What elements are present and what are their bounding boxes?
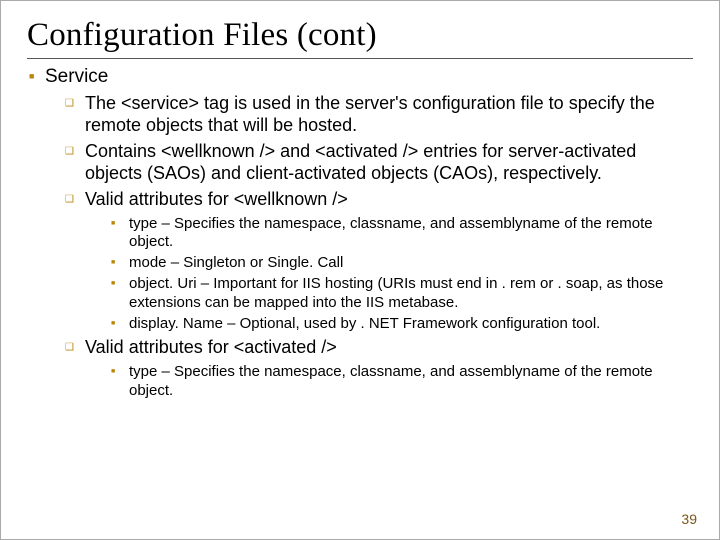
l2-text: Valid attributes for <wellknown /> [85,189,348,209]
list-item: Service The <service> tag is used in the… [45,65,693,400]
page-number: 39 [681,511,697,527]
l2-text: The <service> tag is used in the server'… [85,93,655,135]
l2-text: Valid attributes for <activated /> [85,337,337,357]
slide: Configuration Files (cont) Service The <… [0,0,720,540]
bullet-list-level3: type – Specifies the namespace, classnam… [85,363,693,400]
l3-text: type – Specifies the namespace, classnam… [129,215,653,250]
list-item: The <service> tag is used in the server'… [85,93,693,137]
list-item: display. Name – Optional, used by . NET … [129,315,693,333]
slide-title: Configuration Files (cont) [27,17,693,54]
l3-text: display. Name – Optional, used by . NET … [129,315,600,332]
list-item: Valid attributes for <activated /> type … [85,337,693,400]
list-item: mode – Singleton or Single. Call [129,254,693,272]
bullet-list-level3: type – Specifies the namespace, classnam… [85,215,693,334]
bullet-list-level2: The <service> tag is used in the server'… [45,93,693,400]
l3-text: object. Uri – Important for IIS hosting … [129,275,663,310]
list-item: object. Uri – Important for IIS hosting … [129,275,693,312]
list-item: Valid attributes for <wellknown /> type … [85,189,693,334]
list-item: Contains <wellknown /> and <activated />… [85,141,693,185]
l1-text: Service [45,66,108,87]
list-item: type – Specifies the namespace, classnam… [129,215,693,252]
bullet-list-level1: Service The <service> tag is used in the… [27,65,693,400]
l3-text: type – Specifies the namespace, classnam… [129,363,653,398]
l3-text: mode – Singleton or Single. Call [129,254,343,271]
list-item: type – Specifies the namespace, classnam… [129,363,693,400]
l2-text: Contains <wellknown /> and <activated />… [85,141,636,183]
title-rule [27,58,693,59]
